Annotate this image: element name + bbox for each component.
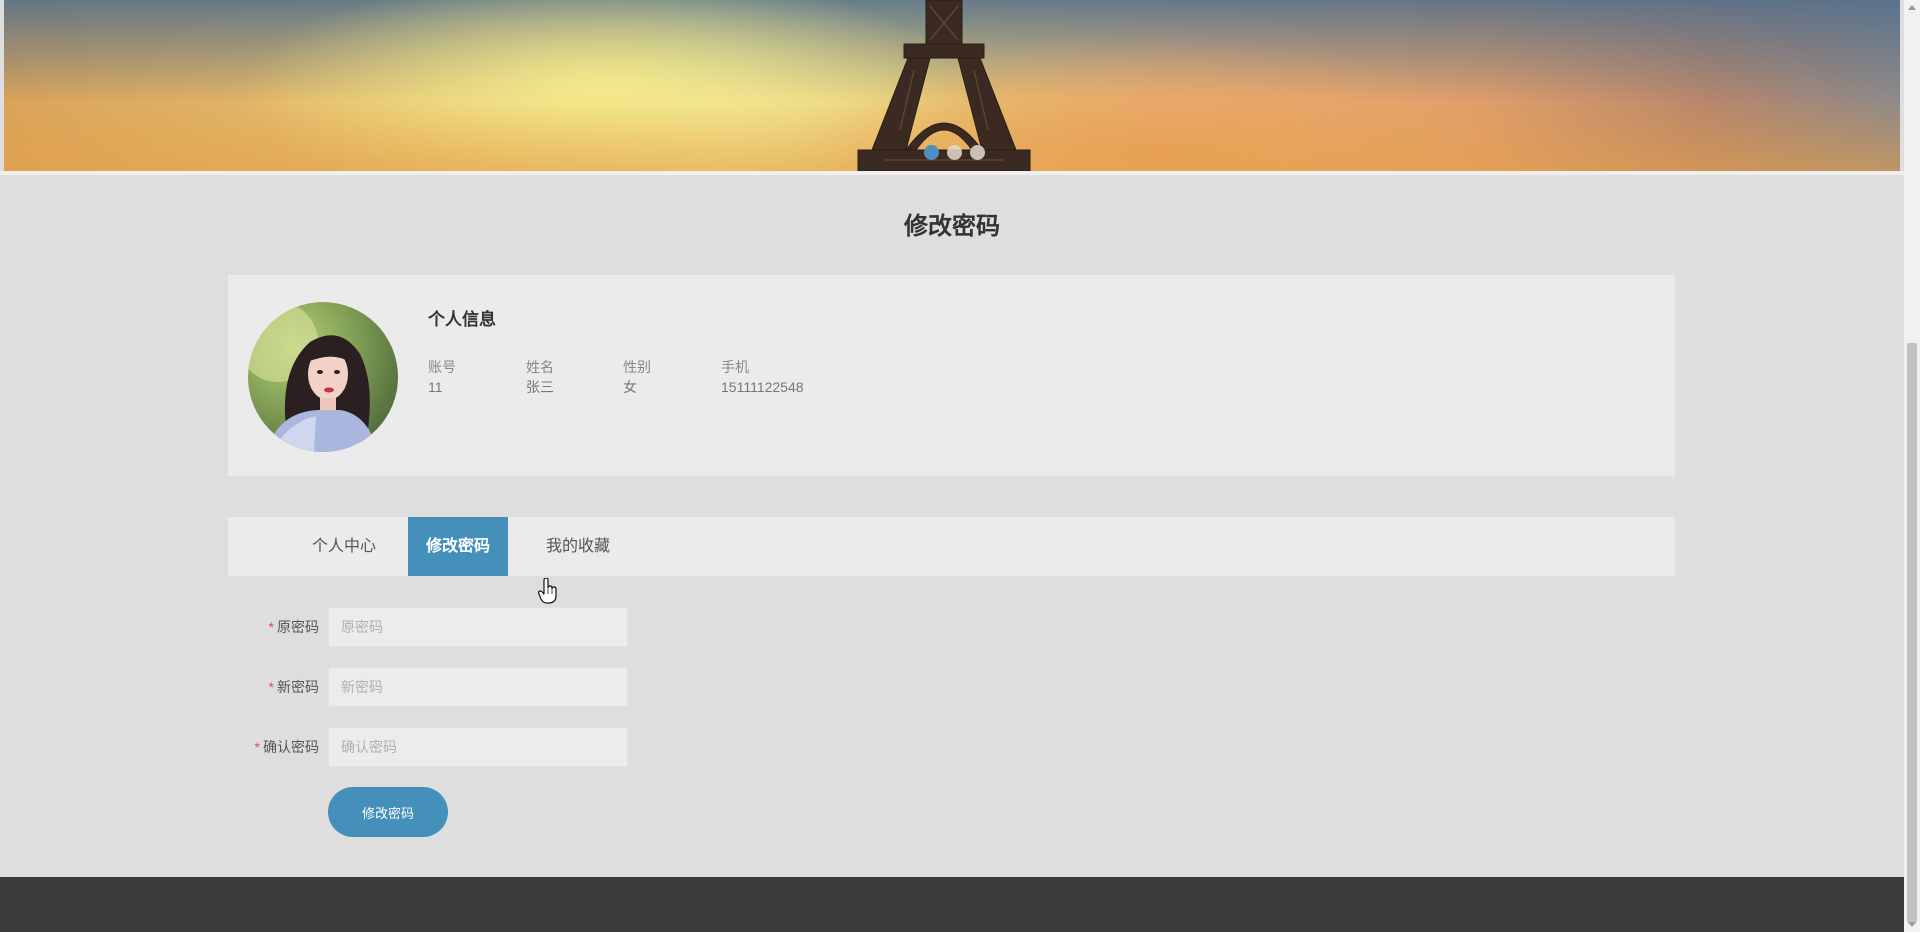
carousel-dot-3[interactable] (970, 145, 985, 160)
old-password-label: * 原密码 (269, 607, 319, 647)
profile-field-account: 账号 11 (428, 357, 456, 397)
profile-field-label: 姓名 (526, 359, 554, 375)
profile-field-label: 账号 (428, 359, 456, 375)
form-row-new-password: * 新密码 (228, 667, 628, 707)
profile-field-label: 手机 (721, 359, 749, 375)
confirm-password-input[interactable] (328, 727, 628, 767)
profile-field-label: 性别 (623, 359, 651, 375)
carousel-dot-2[interactable] (947, 145, 962, 160)
carousel-indicators (924, 145, 985, 160)
page-footer (0, 877, 1904, 932)
tab-my-favorites[interactable]: 我的收藏 (520, 517, 636, 576)
profile-field-value: 张三 (526, 379, 554, 395)
scroll-up-arrow-icon[interactable] (1908, 5, 1916, 10)
change-password-button[interactable]: 修改密码 (328, 787, 448, 837)
confirm-password-label-text: 确认密码 (263, 739, 319, 755)
scrollbar-thumb[interactable] (1907, 343, 1917, 923)
scroll-down-arrow-icon[interactable] (1908, 922, 1916, 927)
profile-field-value: 15111122548 (721, 379, 804, 395)
profile-heading: 个人信息 (428, 310, 496, 329)
profile-field-name: 姓名 张三 (526, 357, 554, 397)
required-mark: * (268, 619, 274, 635)
confirm-password-label: * 确认密码 (255, 727, 319, 767)
profile-card: 个人信息 账号 11 姓名 张三 性别 女 手机 15111122548 (228, 275, 1675, 476)
hand-pointer-icon (538, 578, 557, 604)
profile-tabs: 个人中心 修改密码 我的收藏 (228, 517, 1675, 576)
profile-field-value: 女 (623, 379, 637, 395)
required-mark: * (268, 679, 274, 695)
banner-divider (0, 171, 1904, 175)
new-password-label: * 新密码 (269, 667, 319, 707)
new-password-label-text: 新密码 (277, 679, 319, 695)
form-row-old-password: * 原密码 (228, 607, 628, 647)
page-title: 修改密码 (904, 213, 1000, 240)
old-password-label-text: 原密码 (277, 619, 319, 635)
profile-field-phone: 手机 15111122548 (721, 357, 804, 397)
profile-field-value: 11 (428, 379, 443, 395)
new-password-input[interactable] (328, 667, 628, 707)
avatar (248, 302, 398, 452)
tab-change-password[interactable]: 修改密码 (408, 517, 508, 576)
required-mark: * (254, 739, 260, 755)
form-row-confirm-password: * 确认密码 (228, 727, 628, 767)
vertical-scrollbar[interactable] (1904, 0, 1920, 932)
carousel-dot-1[interactable] (924, 145, 939, 160)
tab-personal-center[interactable]: 个人中心 (286, 517, 402, 576)
old-password-input[interactable] (328, 607, 628, 647)
banner-carousel (4, 0, 1900, 171)
profile-field-gender: 性别 女 (623, 357, 651, 397)
